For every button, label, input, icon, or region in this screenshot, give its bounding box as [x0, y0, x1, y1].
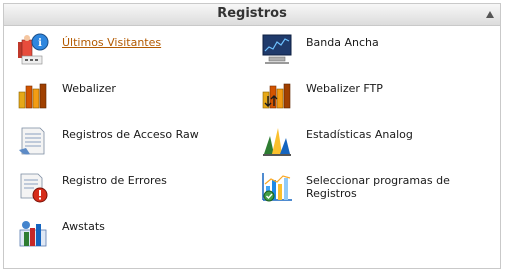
svg-text:i: i	[38, 38, 42, 49]
collapse-icon[interactable]	[486, 11, 494, 18]
raw-access-logs-item[interactable]: Registros de Acceso Raw	[16, 124, 199, 158]
bandwidth-label: Banda Ancha	[306, 36, 379, 49]
awstats-label: Awstats	[62, 220, 105, 233]
awstats-icon	[19, 221, 47, 247]
choose-log-programs-item[interactable]: Seleccionar programas de Registros	[260, 170, 476, 204]
analog-stats-icon	[263, 128, 291, 156]
bandwidth-icon	[262, 34, 292, 64]
panel-title: Registros	[217, 6, 287, 21]
raw-access-logs-label: Registros de Acceso Raw	[62, 128, 199, 141]
choose-log-programs-icon	[262, 173, 292, 202]
awstats-item[interactable]: Awstats	[16, 216, 105, 250]
error-log-item[interactable]: Registro de Errores	[16, 170, 167, 204]
analog-stats-item[interactable]: Estadísticas Analog	[260, 124, 413, 158]
webalizer-label: Webalizer	[62, 82, 116, 95]
webalizer-item[interactable]: Webalizer	[16, 78, 116, 112]
latest-visitors-icon: i	[18, 33, 49, 65]
analog-stats-label: Estadísticas Analog	[306, 128, 413, 141]
latest-visitors-item[interactable]: i Últimos Visitantes	[16, 32, 161, 66]
logs-panel: Registros i Últimos Visitantes Webalizer	[3, 3, 501, 269]
webalizer-icon	[18, 83, 47, 109]
webalizer-ftp-label: Webalizer FTP	[306, 82, 383, 95]
panel-header: Registros	[4, 4, 500, 26]
bandwidth-item[interactable]: Banda Ancha	[260, 32, 379, 66]
webalizer-ftp-item[interactable]: Webalizer FTP	[260, 78, 383, 112]
choose-log-programs-label: Seleccionar programas de Registros	[306, 174, 450, 200]
webalizer-ftp-icon	[262, 83, 291, 109]
raw-access-logs-icon	[19, 127, 45, 155]
error-log-icon	[20, 173, 48, 203]
error-log-label: Registro de Errores	[62, 174, 167, 187]
latest-visitors-label[interactable]: Últimos Visitantes	[62, 36, 161, 49]
